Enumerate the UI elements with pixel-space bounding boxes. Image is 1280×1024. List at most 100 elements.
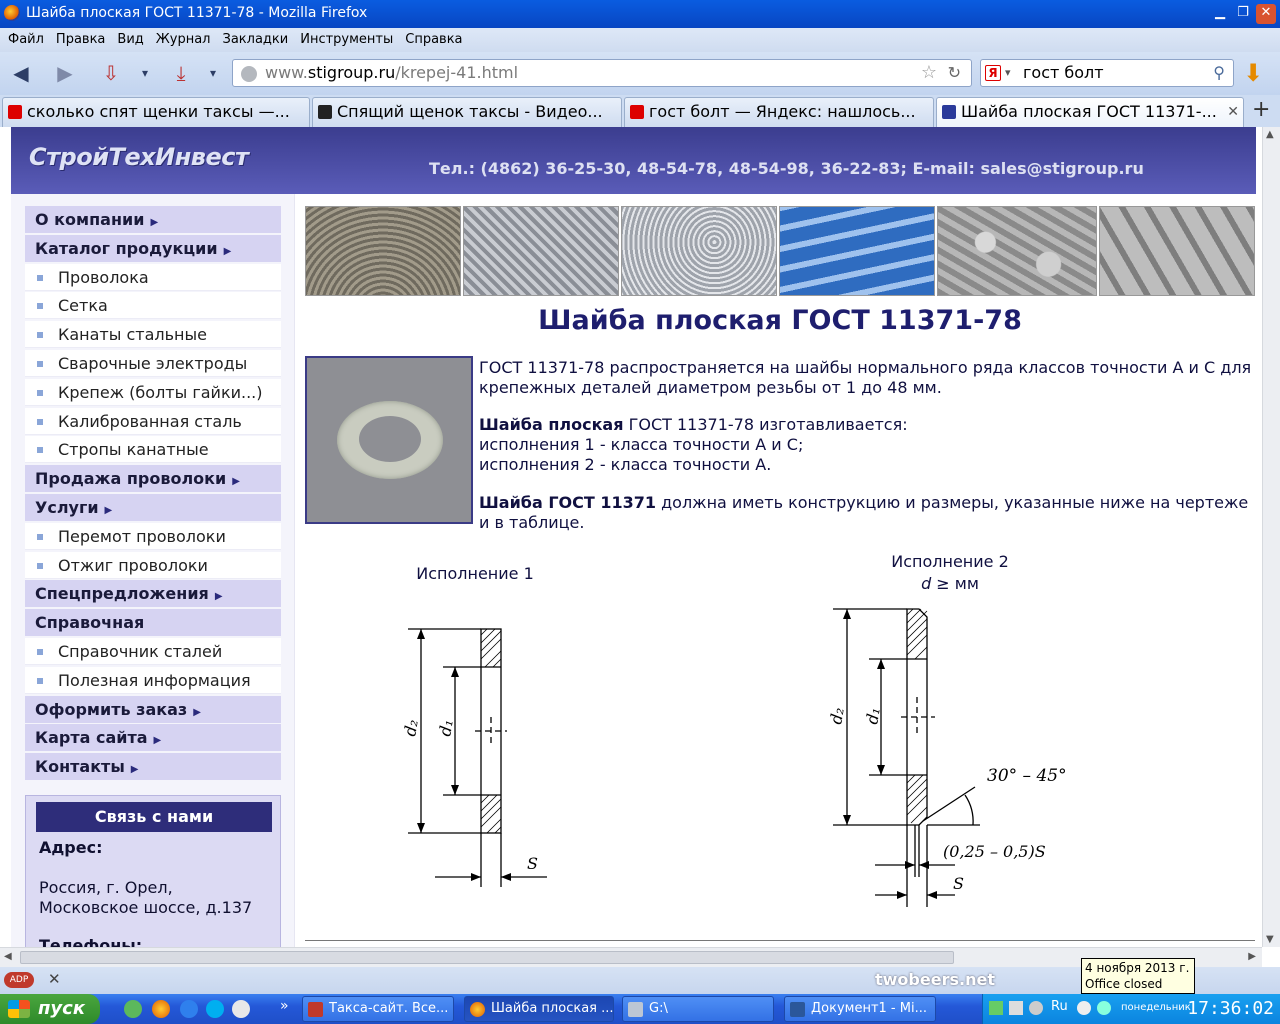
pdf-icon xyxy=(308,1002,323,1017)
taskbar-label: Такса-сайт. Все... xyxy=(329,1001,449,1016)
vertical-scrollbar[interactable]: ▲ ▼ xyxy=(1262,127,1280,947)
menu-bookmarks[interactable]: Закладки xyxy=(223,28,289,51)
tab-2[interactable]: Спящий щенок таксы - Видео... xyxy=(312,97,622,127)
scroll-down-arrow-icon[interactable]: ▼ xyxy=(1266,934,1274,945)
d1-label: d₁ xyxy=(862,706,884,726)
drive-icon xyxy=(628,1002,643,1017)
close-tab-icon[interactable]: ✕ xyxy=(1227,98,1239,126)
sidebar-item-17[interactable]: Полезная информация xyxy=(25,666,281,694)
bullet-icon xyxy=(37,361,43,367)
menu-help[interactable]: Справка xyxy=(405,28,462,51)
tray-icon[interactable] xyxy=(1077,1001,1091,1015)
network-icon[interactable] xyxy=(989,1001,1003,1015)
search-input[interactable]: гост болт xyxy=(1023,63,1104,82)
sidebar-item-9[interactable]: Стропы канатные xyxy=(25,436,281,464)
tray-icon[interactable] xyxy=(1029,1001,1043,1015)
sidebar-item-6[interactable]: Сварочные электроды xyxy=(25,350,281,377)
sidebar-item-4[interactable]: Сетка xyxy=(25,292,281,320)
ie-icon[interactable] xyxy=(180,1000,198,1018)
sidebar-item-13[interactable]: Отжиг проволоки xyxy=(25,551,281,579)
scroll-thumb[interactable] xyxy=(20,951,954,964)
sidebar-item-8[interactable]: Калиброванная сталь xyxy=(25,407,281,435)
sidebar-item-3[interactable]: Проволока xyxy=(25,263,281,291)
taskbar-button-word[interactable]: Документ1 - Mi... xyxy=(784,996,936,1022)
taskbar-button-firefox[interactable]: Шайба плоская ... xyxy=(464,996,614,1022)
scroll-up-arrow-icon[interactable]: ▲ xyxy=(1266,129,1274,140)
clock[interactable]: 17:36:02 xyxy=(1187,996,1274,1022)
sidebar-item-18[interactable]: Оформить заказ ▶ xyxy=(25,695,281,723)
menu-file[interactable]: Файл xyxy=(8,28,44,51)
window-title: Шайба плоская ГОСТ 11371-78 - Mozilla Fi… xyxy=(26,5,368,21)
forward-arrow-icon[interactable]: ▶ xyxy=(52,60,78,86)
download-icon[interactable]: ⇩ xyxy=(98,60,124,86)
more-icon[interactable]: » xyxy=(280,998,289,1014)
search-icon[interactable]: ⚲ xyxy=(1213,60,1225,86)
dropdown-arrow-icon[interactable]: ▾ xyxy=(200,60,226,86)
search-box[interactable]: Я ▾ гост болт ⚲ xyxy=(980,59,1234,87)
sidebar-item-5[interactable]: Канаты стальные xyxy=(25,321,281,349)
sidebar-item-15[interactable]: Справочная информация▶ xyxy=(25,609,281,659)
url-bar[interactable]: www.stigroup.ru/krepej-41.html ☆ ↻ xyxy=(232,59,972,87)
photo-bolts-nuts xyxy=(937,206,1097,296)
site-logo[interactable]: СтройТехИнвест xyxy=(29,143,249,171)
tab-label: гост болт — Яндекс: нашлось... xyxy=(649,102,916,121)
reload-icon[interactable]: ↻ xyxy=(948,60,961,86)
menu-tools[interactable]: Инструменты xyxy=(300,28,393,51)
stop-icon[interactable]: ⤓ xyxy=(168,60,194,86)
sidebar-item-1[interactable]: О компании ▶ xyxy=(25,206,281,233)
dimensions-table-top xyxy=(305,940,1255,947)
bookmark-star-icon[interactable]: ☆ xyxy=(921,60,937,86)
horizontal-scrollbar[interactable]: ◀ ▶ xyxy=(0,947,1262,967)
bullet-icon xyxy=(37,418,43,425)
back-arrow-icon[interactable]: ◀ xyxy=(8,60,34,86)
address-line-1: Россия, г. Орел, xyxy=(39,878,173,897)
media-icon[interactable] xyxy=(232,1000,250,1018)
yandex-icon[interactable]: Я xyxy=(985,65,1001,81)
tooltip-status: Office closed xyxy=(1085,977,1163,991)
shield-icon[interactable] xyxy=(1097,1001,1111,1015)
taskbar-label: Шайба плоская ... xyxy=(491,1001,614,1016)
tab-3[interactable]: гост болт — Яндекс: нашлось... xyxy=(624,97,934,127)
new-tab-button[interactable]: + xyxy=(1252,97,1270,122)
sidebar-item-7[interactable]: Крепеж (болты гайки...) xyxy=(25,378,281,406)
start-button[interactable]: пуск xyxy=(0,994,100,1024)
close-addon-bar-icon[interactable]: ✕ xyxy=(48,970,61,988)
sidebar-item-10[interactable]: Продажа проволоки ▶ xyxy=(25,465,281,493)
firefox-icon[interactable] xyxy=(152,1000,170,1018)
minimize-button[interactable]: ▁ xyxy=(1210,4,1230,24)
sidebar-item-label: Канаты стальные xyxy=(58,325,207,345)
adblock-icon[interactable]: ADP xyxy=(4,972,34,988)
sidebar-item-2[interactable]: Каталог продукции ▶ xyxy=(25,234,281,262)
quicklaunch-icon[interactable] xyxy=(124,1000,142,1018)
scroll-right-arrow-icon[interactable]: ▶ xyxy=(1248,951,1256,962)
sidebar-item-label: О компании xyxy=(35,210,145,229)
monitor-icon[interactable] xyxy=(1009,1001,1023,1015)
scroll-left-arrow-icon[interactable]: ◀ xyxy=(4,951,12,962)
tab-4-active[interactable]: Шайба плоская ГОСТ 11371-... ✕ xyxy=(936,97,1244,127)
menu-history[interactable]: Журнал xyxy=(156,28,211,51)
sidebar-item-16[interactable]: Справочник сталей xyxy=(25,638,281,665)
taskbar-button-drive[interactable]: G:\ xyxy=(622,996,774,1022)
tab-1[interactable]: сколько спят щенки таксы —... xyxy=(2,97,310,127)
close-window-button[interactable]: ✕ xyxy=(1256,4,1276,24)
search-engine-dropdown-icon[interactable]: ▾ xyxy=(1005,60,1011,86)
sidebar-item-14[interactable]: Спецпредложения ▶ xyxy=(25,580,281,608)
sidebar-item-19[interactable]: Карта сайта ▶ xyxy=(25,724,281,752)
sidebar-item-12[interactable]: Перемот проволоки xyxy=(25,522,281,550)
sidebar-item-11[interactable]: Услуги ▶ xyxy=(25,494,281,521)
addon-fox-icon[interactable]: ⬇ xyxy=(1240,60,1266,86)
sidebar-item-20[interactable]: Контакты ▶ xyxy=(25,753,281,781)
restore-button[interactable]: ❐ xyxy=(1233,4,1253,24)
sidebar-item-label: Сетка xyxy=(58,296,108,316)
drawing-variant-1: d₂ d₁ S xyxy=(400,628,547,887)
language-indicator[interactable]: Ru xyxy=(1051,999,1068,1014)
taskbar-button-pdf[interactable]: Такса-сайт. Все... xyxy=(302,996,454,1022)
dropdown-arrow-icon[interactable]: ▾ xyxy=(132,60,158,86)
skype-icon[interactable] xyxy=(206,1000,224,1018)
d-variable: d xyxy=(921,574,932,593)
windows-flag-icon xyxy=(8,1000,30,1018)
menu-edit[interactable]: Правка xyxy=(56,28,105,51)
address-label: Адрес: xyxy=(39,838,103,857)
menu-view[interactable]: Вид xyxy=(117,28,143,51)
url-prefix: www. xyxy=(265,63,308,82)
